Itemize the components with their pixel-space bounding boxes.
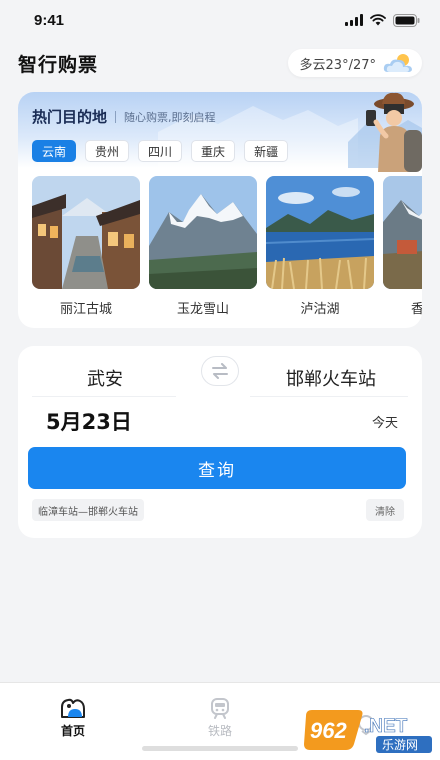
place-card-shangri-la[interactable]: 香格里拉	[383, 176, 422, 316]
tab-home[interactable]: 首页	[13, 683, 133, 739]
page-title: 智行购票	[18, 53, 99, 76]
system-icons	[345, 13, 420, 27]
hot-destinations-card: 热门目的地 随心购票,即刻启程 云南 贵州 四川 重庆 新疆 丽江古城 玉龙雪山…	[18, 92, 422, 328]
chip-yunnan[interactable]: 云南	[32, 140, 77, 162]
ticket-search-card: 武安 邯郸火车站 5月23日 今天 查询 临漳车站—邯郸火车站 清除	[18, 346, 422, 538]
search-button[interactable]: 查询	[28, 447, 406, 489]
header: 智行购票 多云23°/27°	[18, 48, 422, 78]
weather-text: 多云23°/27°	[299, 57, 376, 73]
divider	[32, 396, 176, 397]
tab-railway[interactable]: 铁路	[160, 683, 280, 739]
divider	[115, 110, 117, 123]
home-indicator	[142, 746, 298, 751]
destinations-heading: 热门目的地 随心购票,即刻启程	[32, 106, 216, 127]
wifi-icon	[370, 14, 386, 26]
signal-icon	[345, 14, 363, 26]
jade-dragon-snow-mountain-image	[149, 176, 257, 289]
place-card-lijiang[interactable]: 丽江古城	[32, 176, 140, 316]
destinations-title: 热门目的地	[32, 108, 108, 126]
site-watermark-logo: 962 .NET 乐游网	[304, 710, 432, 753]
swap-icon	[212, 363, 228, 379]
svg-text:962: 962	[310, 718, 347, 743]
travel-date[interactable]: 5月23日	[46, 406, 132, 436]
place-name: 丽江古城	[59, 302, 112, 316]
arrival-station[interactable]: 邯郸火车站	[250, 358, 412, 398]
traveler-illustration	[366, 92, 422, 172]
place-card-lugu-lake[interactable]: 泸沽湖	[266, 176, 374, 316]
weather-widget[interactable]: 多云23°/27°	[287, 49, 422, 77]
lugu-lake-image	[266, 176, 374, 289]
clear-history-button[interactable]: 清除	[366, 499, 404, 521]
destinations-subtitle: 随心购票,即刻启程	[124, 110, 216, 124]
train-icon	[211, 698, 229, 719]
place-name: 玉龙雪山	[176, 302, 229, 316]
battery-icon	[393, 13, 420, 27]
province-chips: 云南 贵州 四川 重庆 新疆	[32, 140, 289, 162]
chip-sichuan[interactable]: 四川	[138, 140, 183, 162]
svg-text:.NET: .NET	[364, 716, 408, 737]
place-card-jade-dragon[interactable]: 玉龙雪山	[149, 176, 257, 316]
departure-station[interactable]: 武安	[28, 358, 182, 398]
place-name: 香格里拉	[410, 302, 422, 316]
chip-chongqing[interactable]: 重庆	[191, 140, 236, 162]
today-label: 今天	[371, 416, 398, 431]
destination-carousel[interactable]: 丽江古城 玉龙雪山 泸沽湖 香	[32, 176, 422, 316]
swap-stations-button[interactable]	[201, 356, 239, 386]
lijiang-old-town-image	[32, 176, 140, 289]
status-time: 9:41	[34, 11, 65, 29]
tab-label: 首页	[60, 724, 85, 738]
shangri-la-image	[383, 176, 422, 289]
divider	[250, 396, 408, 397]
chip-xinjiang[interactable]: 新疆	[244, 140, 289, 162]
search-history-item[interactable]: 临漳车站—邯郸火车站	[32, 499, 144, 521]
place-name: 泸沽湖	[300, 302, 340, 316]
chip-guizhou[interactable]: 贵州	[85, 140, 130, 162]
status-bar: 9:41	[0, 0, 440, 40]
svg-text:乐游网: 乐游网	[382, 738, 418, 752]
tab-label: 铁路	[207, 724, 232, 738]
partly-cloudy-icon	[383, 54, 412, 72]
home-icon	[61, 698, 85, 718]
